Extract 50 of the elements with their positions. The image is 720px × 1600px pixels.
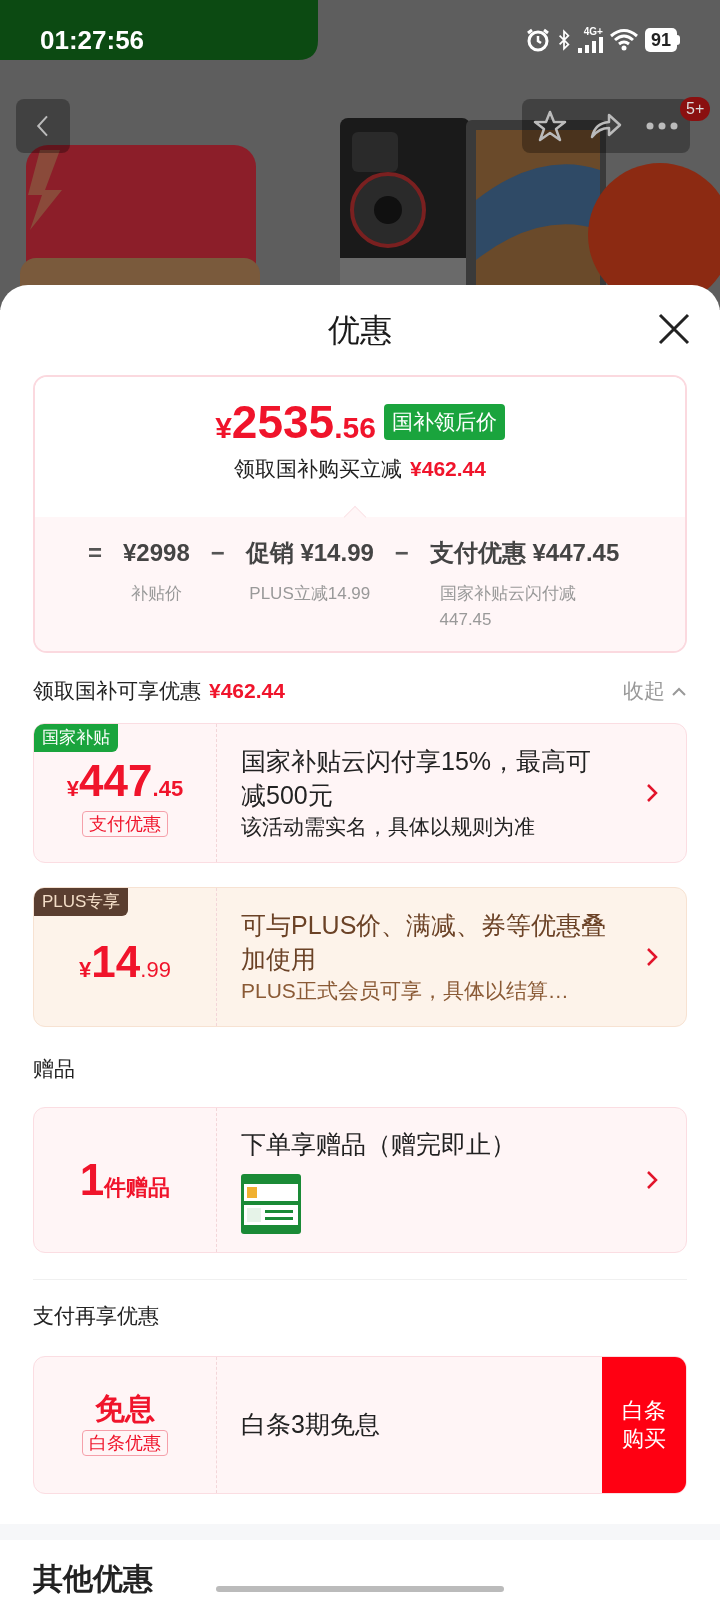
chevron-right-icon — [646, 783, 658, 803]
section-amount: ¥462.44 — [209, 678, 285, 705]
star-icon[interactable] — [533, 109, 567, 143]
breakdown-note: PLUS立减14.99 — [249, 583, 371, 605]
gift-count: 1件赠品 — [79, 1158, 171, 1202]
offer-title: 白条3期免息 — [240, 1409, 381, 1441]
final-price: ¥2535.56 — [215, 399, 376, 445]
operator-sign: = — [87, 538, 103, 568]
more-icon[interactable] — [645, 121, 679, 131]
breakdown-value: 促销 ¥14.99 — [245, 538, 374, 568]
offer-tag: 国家补贴 — [34, 724, 118, 752]
offer-card[interactable]: 国家补贴 ¥447.45 支付优惠 国家补贴云闪付享15%，最高可减500元 该活动需实名，具体以规则为准 — [33, 723, 687, 863]
signal-icon — [576, 37, 603, 53]
saving-label: 领取国补购买立减 — [234, 456, 403, 482]
offer-tag: PLUS专享 — [34, 888, 129, 916]
offer-amount: ¥447.45 — [66, 759, 184, 803]
offer-description: PLUS正式会员可享，具体以结算… — [241, 978, 570, 1004]
section-title: 领取国补可享优惠 — [33, 678, 201, 705]
breakdown-note: 补贴价 — [130, 583, 182, 605]
price-tag: 国补领后价 — [383, 404, 505, 440]
wifi-icon — [608, 28, 639, 52]
operator-sign: − — [393, 538, 410, 568]
offer-badge: 白条优惠 — [82, 1430, 168, 1456]
operator-sign: − — [209, 538, 226, 568]
offer-description: 该活动需实名，具体以规则为准 — [241, 814, 536, 840]
gift-title: 下单享赠品（赠完即止） — [241, 1129, 517, 1161]
section-title: 其他优惠 — [33, 1564, 153, 1594]
offer-title: 国家补贴云闪付享15%，最高可减500元 — [241, 746, 593, 811]
breakdown-value: ¥2998 — [123, 538, 190, 568]
sheet-title: 优惠 — [328, 311, 392, 350]
chevron-right-icon — [646, 947, 658, 967]
offer-card[interactable]: PLUS专享 ¥14.99 可与PLUS价、满减、券等优惠叠加使用 PLUS正式会员可享，具体以结算… — [33, 887, 687, 1027]
status-time: 01:27:56 — [40, 23, 145, 57]
offer-badge: 支付优惠 — [82, 811, 168, 837]
battery-level: 91 — [644, 28, 677, 52]
buy-button[interactable]: 白条购买 — [602, 1357, 686, 1493]
offer-amount: 免息 — [95, 1394, 155, 1424]
chevron-up-icon — [671, 686, 687, 696]
alarm-icon — [524, 27, 551, 53]
section-title: 赠品 — [33, 1056, 76, 1083]
bluetooth-icon — [556, 28, 571, 52]
breakdown-note: 国家补贴云闪付减447.45 — [439, 583, 577, 631]
offer-title: 可与PLUS价、满减、券等优惠叠加使用 — [241, 910, 608, 975]
network-type: 4G+ — [583, 27, 603, 37]
saving-amount: ¥462.44 — [410, 456, 486, 482]
gift-card[interactable]: 1件赠品 下单享赠品（赠完即止） — [33, 1107, 687, 1253]
breakdown-value: 支付优惠 ¥447.45 — [429, 538, 620, 568]
section-title: 支付再享优惠 — [33, 1303, 160, 1330]
chevron-right-icon — [646, 1170, 658, 1190]
offer-amount: ¥14.99 — [79, 940, 171, 984]
